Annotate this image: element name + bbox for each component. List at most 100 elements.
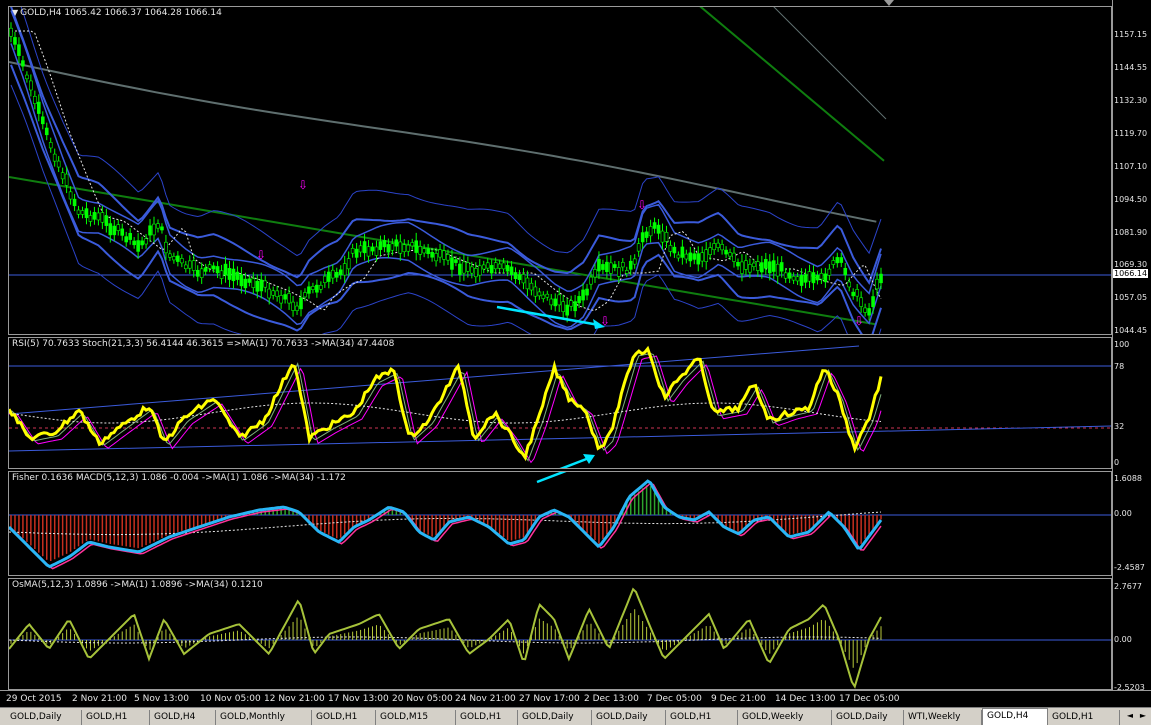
candle-body: [346, 258, 351, 270]
candle-body: [533, 286, 538, 297]
candle-body: [243, 278, 248, 289]
candle-body: [120, 228, 125, 236]
time-label: 9 Dec 21:00: [711, 694, 766, 704]
chart-tab[interactable]: GOLD,H1: [456, 710, 518, 725]
price-label: 1069.30: [1114, 260, 1148, 269]
candle-body: [303, 292, 307, 298]
candle-body: [815, 274, 820, 281]
candle-body: [481, 264, 486, 270]
chart-tab[interactable]: GOLD,Weekly: [738, 710, 832, 725]
candle-body: [402, 244, 407, 253]
tab-scroll-left-icon[interactable]: ◄: [1124, 710, 1136, 722]
time-label: 20 Nov 05:00: [392, 694, 453, 704]
candle-body: [660, 230, 665, 243]
chart-tab[interactable]: GOLD,Monthly: [216, 710, 312, 725]
stoch-main-line: [9, 352, 882, 462]
candle-body: [628, 260, 633, 270]
candle-body: [354, 248, 359, 258]
candle-body: [585, 288, 589, 296]
candle-body: [624, 270, 629, 274]
time-label: 29 Oct 2015: [6, 694, 62, 704]
candle-body: [664, 232, 669, 242]
candle-body: [327, 271, 331, 282]
candle-body: [609, 262, 613, 274]
candle-body: [203, 267, 208, 272]
candle-body: [692, 253, 697, 260]
candle-body: [680, 246, 685, 258]
rsi-stoch-pane[interactable]: RSI(5) 70.7633 Stoch(21,3,3) 56.4144 46.…: [8, 337, 1112, 469]
chart-tab[interactable]: GOLD,H1: [82, 710, 150, 725]
candle-body: [72, 198, 77, 207]
candle-body: [287, 293, 291, 304]
candle-body: [676, 254, 681, 259]
candle-body: [291, 301, 295, 311]
chart-tab[interactable]: GOLD,Daily: [832, 710, 904, 725]
candle-body: [771, 260, 776, 272]
candle-body: [807, 271, 812, 282]
candle-body: [620, 262, 625, 268]
price-label: 1157.15: [1114, 30, 1148, 39]
candle-body: [795, 276, 800, 282]
price-chart-pane[interactable]: ⇩ ⇩ ⇩ ⇩ ⇩ ▼ GOLD,H4 1065.42 1066.37 1064.28 1…: [8, 6, 1112, 335]
chart-tab[interactable]: GOLD,H1: [666, 710, 738, 725]
price-label: 1057.05: [1114, 293, 1148, 302]
signal-arrow-icon: ⇩: [256, 248, 266, 262]
chart-tab-active[interactable]: GOLD,H4: [982, 708, 1048, 725]
candle-body: [271, 290, 275, 296]
candle-body: [426, 248, 430, 255]
candle-body: [342, 263, 347, 276]
candle-body: [60, 172, 65, 180]
candle-body: [775, 263, 780, 277]
candle-body: [136, 240, 140, 252]
candle-body: [454, 259, 458, 263]
candle-body: [740, 261, 744, 274]
chart-tab[interactable]: GOLD,Daily: [518, 710, 592, 725]
macd-level-label: -2.4587: [1114, 563, 1145, 572]
candle-body: [176, 255, 180, 262]
candle-body: [96, 212, 101, 221]
candle-body: [462, 261, 466, 274]
rsi-level-label: 32: [1114, 422, 1125, 431]
candle-body: [863, 307, 867, 313]
candle-body: [767, 261, 772, 274]
price-label: 1107.10: [1114, 162, 1148, 171]
candle-body: [152, 223, 156, 236]
collapse-triangle-icon[interactable]: ▼: [12, 8, 18, 17]
chart-tab[interactable]: GOLD,Daily: [6, 710, 82, 725]
candle-body: [366, 246, 371, 257]
candle-body: [235, 271, 240, 280]
candle-body: [640, 232, 645, 243]
chart-shift-marker-icon[interactable]: [884, 0, 894, 6]
chart-tab[interactable]: GOLD,H1: [312, 710, 376, 725]
price-chart-canvas[interactable]: ⇩⇩⇩⇩ ⇩: [9, 7, 1112, 335]
candle-body: [40, 116, 45, 125]
candle-body: [525, 277, 530, 290]
chart-tab[interactable]: GOLD,H4: [150, 710, 216, 725]
candle-body: [501, 262, 506, 270]
candle-body: [180, 258, 184, 264]
candle-body: [835, 257, 840, 264]
candle-body: [315, 284, 319, 293]
fisher-macd-pane[interactable]: Fisher 0.1636 MACD(5,12,3) 1.086 -0.004 …: [8, 471, 1112, 576]
chart-tab[interactable]: GOLD,H1: [1048, 710, 1120, 725]
chart-tab[interactable]: GOLD,Daily: [592, 710, 666, 725]
osma-pane[interactable]: OsMA(5,12,3) 1.0896 ->MA(1) 1.0896 ->MA(…: [8, 578, 1112, 690]
fisher-macd-canvas[interactable]: [9, 472, 1112, 576]
rsi-stoch-canvas[interactable]: [9, 338, 1112, 469]
chart-tab[interactable]: GOLD,M15: [376, 710, 456, 725]
candle-body: [879, 273, 883, 284]
candle-body: [275, 290, 279, 298]
time-label: 7 Dec 05:00: [647, 694, 702, 704]
candle-body: [422, 248, 426, 254]
osma-canvas[interactable]: [9, 579, 1112, 690]
candle-body: [390, 243, 395, 251]
candle-body: [593, 269, 597, 278]
chart-tab[interactable]: WTI,Weekly: [904, 710, 982, 725]
candle-body: [64, 173, 69, 186]
candle-body: [529, 282, 534, 291]
candle-body: [557, 294, 562, 306]
candle-body: [509, 266, 514, 275]
tab-scroll-right-icon[interactable]: ►: [1137, 710, 1149, 722]
time-axis[interactable]: 29 Oct 2015 2 Nov 21:00 5 Nov 13:00 10 N…: [0, 690, 1151, 708]
candle-body: [132, 240, 136, 246]
